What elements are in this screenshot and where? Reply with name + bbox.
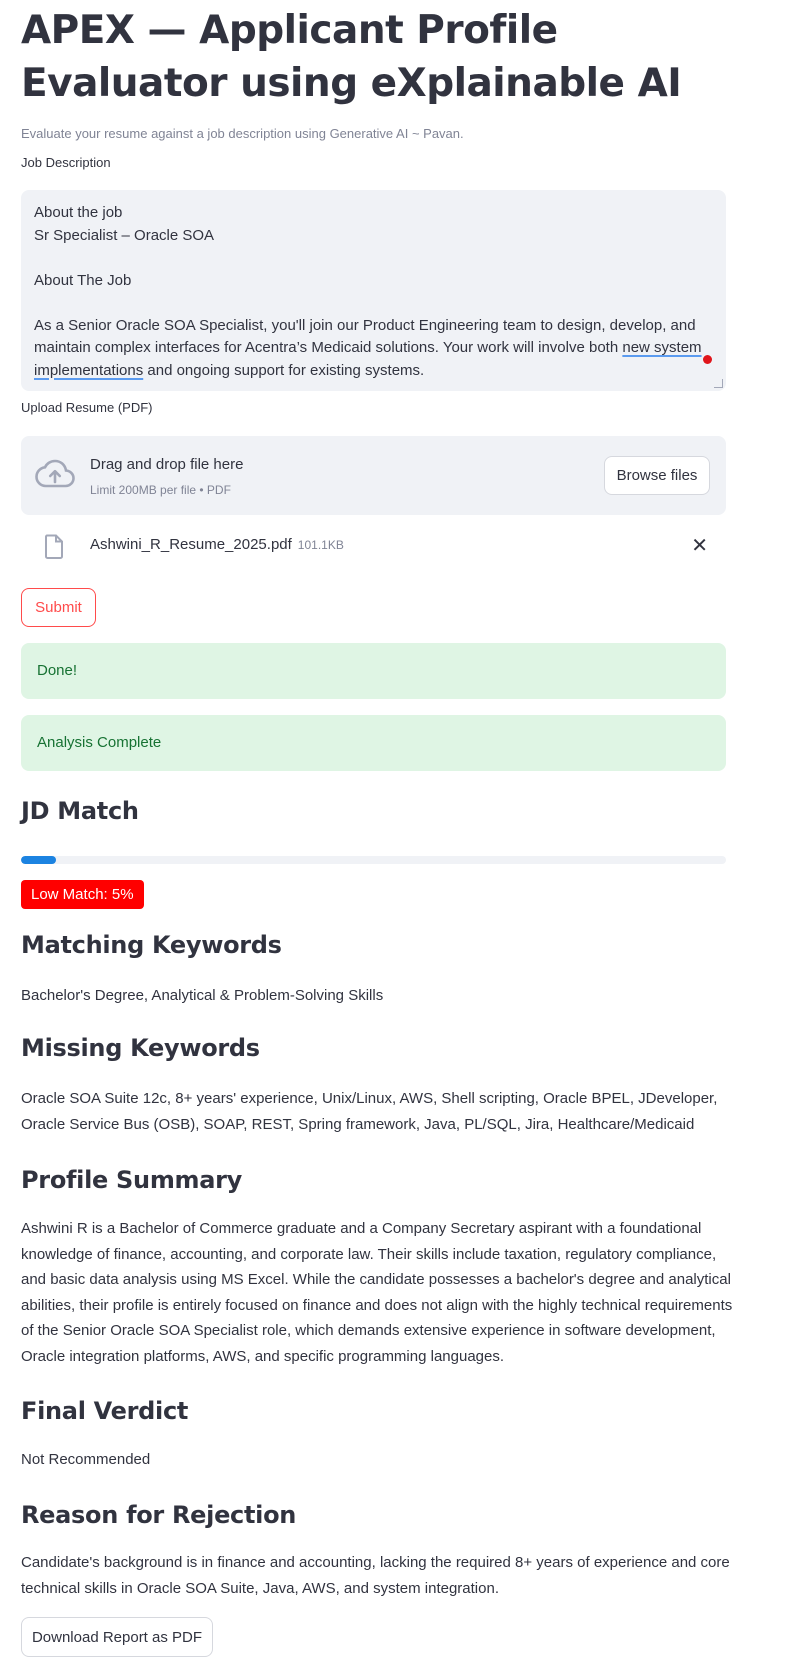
profile-summary-text: Ashwini R is a Bachelor of Commerce grad…: [21, 1220, 733, 1365]
mouse-cursor-dot: [703, 355, 712, 364]
uploaded-file-name: Ashwini_R_Resume_2025.pdf 101.1KB: [90, 536, 344, 553]
jd-paragraph: As a Senior Oracle SOA Specialist, you'l…: [34, 315, 714, 383]
matching-keywords-heading: Matching Keywords: [21, 931, 282, 959]
jd-match-heading: JD Match: [21, 797, 139, 825]
jd-line: About the job: [34, 204, 123, 221]
job-description-textarea[interactable]: About the job Sr Specialist – Oracle SOA…: [21, 190, 726, 391]
jd-label: Job Description: [21, 155, 111, 170]
jd-paragraph-part: and ongoing support for existing systems…: [143, 361, 425, 379]
progress-fill: [21, 856, 57, 864]
final-verdict-heading: Final Verdict: [21, 1397, 189, 1425]
download-report-button[interactable]: Download Report as PDF: [21, 1617, 213, 1657]
missing-keywords-text: Oracle SOA Suite 12c, 8+ years' experien…: [21, 1090, 718, 1133]
jd-match-progress-bar: [21, 856, 726, 864]
cloud-upload-icon: [35, 459, 75, 488]
file-size: 101.1KB: [297, 538, 344, 552]
matching-keywords-text: Bachelor's Degree, Analytical & Problem-…: [21, 987, 384, 1004]
jd-blank-line: [34, 247, 714, 270]
rejection-reason-text: Candidate's background is in finance and…: [21, 1554, 730, 1597]
file-name-text: Ashwini_R_Resume_2025.pdf: [90, 536, 292, 553]
upload-label: Upload Resume (PDF): [21, 400, 153, 415]
success-alert-analysis: Analysis Complete: [21, 715, 726, 771]
page-title: APEX — Applicant Profile Evaluator using…: [21, 8, 682, 106]
file-icon: [45, 534, 63, 559]
page-caption: Evaluate your resume against a job descr…: [21, 126, 464, 141]
file-dropzone[interactable]: Drag and drop file here Limit 200MB per …: [21, 436, 726, 515]
jd-line: Sr Specialist – Oracle SOA: [34, 226, 215, 244]
jd-blank-line: [34, 292, 714, 315]
dropzone-instructions: Drag and drop file here: [90, 456, 244, 473]
final-verdict-text: Not Recommended: [21, 1451, 151, 1468]
profile-summary-heading: Profile Summary: [21, 1166, 243, 1194]
close-icon[interactable]: ✕: [691, 536, 708, 556]
jd-line: About The Job: [34, 271, 132, 289]
jd-paragraph-part: As a Senior Oracle SOA Specialist, you'l…: [34, 316, 696, 357]
resize-handle-icon[interactable]: [714, 379, 723, 388]
uploaded-file-row: Ashwini_R_Resume_2025.pdf 101.1KB ✕: [21, 528, 726, 564]
browse-files-button[interactable]: Browse files: [604, 456, 710, 495]
submit-button[interactable]: Submit: [21, 588, 96, 627]
dropzone-limit: Limit 200MB per file • PDF: [90, 483, 231, 497]
match-badge: Low Match: 5%: [21, 880, 144, 909]
rejection-reason-heading: Reason for Rejection: [21, 1501, 297, 1529]
missing-keywords-heading: Missing Keywords: [21, 1034, 260, 1062]
success-alert-done: Done!: [21, 643, 726, 699]
